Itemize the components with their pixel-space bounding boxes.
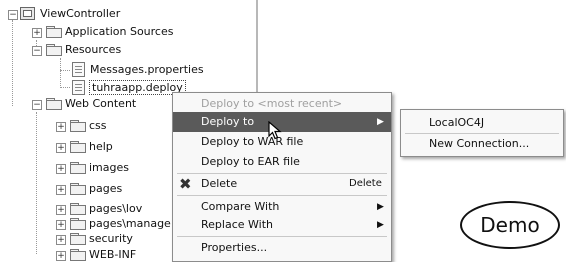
expand-toggle[interactable]: + [56, 143, 66, 153]
tree-node-label: css [89, 118, 107, 132]
submenu-item-localoc4j[interactable]: LocalOC4J [401, 113, 563, 133]
tree-node-pages-lov[interactable]: pages\lov [70, 200, 142, 216]
deploy-to-submenu: LocalOC4J New Connection... [400, 109, 564, 157]
folder-icon [46, 25, 62, 38]
tree-node-messages-properties[interactable]: Messages.properties [72, 61, 204, 77]
tree-connector [60, 87, 70, 88]
tree-node-label: WEB-INF [89, 247, 137, 261]
context-menu: Deploy to <most recent> Deploy to ▶ Depl… [172, 92, 392, 262]
tree-connector [36, 112, 37, 254]
expand-toggle[interactable]: + [56, 235, 66, 245]
menu-item-properties[interactable]: Properties... [173, 238, 391, 258]
tree-node-viewcontroller[interactable]: ViewController [20, 5, 120, 21]
tree-node-security[interactable]: security [70, 230, 133, 246]
menu-separator [177, 236, 387, 237]
tree-connector [12, 20, 13, 106]
folder-icon [70, 119, 86, 132]
tree-node-label: pages\manage [89, 216, 171, 230]
folder-icon [70, 248, 86, 261]
folder-icon [70, 161, 86, 174]
demo-badge: Demo [460, 201, 560, 249]
tree-node-pages[interactable]: pages [70, 180, 122, 196]
collapse-toggle[interactable]: − [32, 46, 42, 56]
tree-node-label: pages [89, 181, 123, 195]
expand-toggle[interactable]: + [56, 251, 66, 261]
tree-node-label: pages\lov [89, 201, 143, 215]
tree-node-application-sources[interactable]: Application Sources [46, 23, 173, 39]
tree-node-label: Web Content [65, 96, 137, 110]
expand-toggle[interactable]: + [56, 205, 66, 215]
expand-toggle[interactable]: + [56, 220, 66, 230]
mouse-cursor-icon [268, 121, 282, 140]
menu-item-deploy-most-recent: Deploy to <most recent> [201, 97, 343, 110]
tree-connector [60, 58, 61, 88]
folder-icon [70, 217, 86, 230]
tree-node-pages-manage[interactable]: pages\manage [70, 215, 171, 231]
view-controller-icon [20, 6, 35, 20]
menu-item-deploy-ear[interactable]: Deploy to EAR file [173, 152, 391, 172]
tree-node-resources[interactable]: Resources [46, 41, 121, 57]
deploy-file-icon [72, 79, 85, 95]
tree-connector [60, 70, 70, 71]
expand-toggle[interactable]: + [56, 164, 66, 174]
tree-node-label: tuhraapp.deploy [89, 79, 186, 95]
tree-node-label: Messages.properties [90, 62, 204, 76]
menu-separator [177, 195, 387, 196]
menu-item-replace-with[interactable]: Replace With ▶ [173, 215, 391, 235]
submenu-item-new-connection[interactable]: New Connection... [401, 134, 563, 154]
tree-node-label: Application Sources [65, 24, 174, 38]
tree-node-tuhraapp-deploy[interactable]: tuhraapp.deploy [72, 79, 186, 95]
folder-icon [70, 140, 86, 153]
submenu-arrow-icon: ▶ [377, 117, 384, 127]
folder-icon [46, 97, 62, 110]
tree-node-label: Resources [65, 42, 122, 56]
submenu-arrow-icon: ▶ [377, 202, 384, 212]
file-icon [72, 61, 85, 77]
menu-item-compare-with[interactable]: Compare With ▶ [173, 197, 391, 217]
menu-item-delete[interactable]: ✖ Delete Delete [173, 174, 391, 194]
folder-icon [70, 232, 86, 245]
collapse-toggle[interactable]: − [8, 10, 18, 20]
tree-node-label: security [89, 231, 133, 245]
tree-node-web-inf[interactable]: WEB-INF [70, 246, 136, 262]
tree-node-label: images [89, 160, 129, 174]
tree-node-label: ViewController [40, 6, 121, 20]
delete-x-icon: ✖ [179, 175, 192, 193]
tree-node-help[interactable]: help [70, 138, 113, 154]
tree-node-web-content[interactable]: Web Content [46, 95, 136, 111]
folder-icon [70, 182, 86, 195]
collapse-toggle[interactable]: − [32, 100, 42, 110]
tree-node-label: help [89, 139, 113, 153]
submenu-arrow-icon: ▶ [377, 220, 384, 230]
folder-icon [70, 202, 86, 215]
expand-toggle[interactable]: + [32, 28, 42, 38]
folder-icon [46, 43, 62, 56]
expand-toggle[interactable]: + [56, 122, 66, 132]
tree-node-images[interactable]: images [70, 159, 129, 175]
tree-node-css[interactable]: css [70, 117, 107, 133]
expand-toggle[interactable]: + [56, 185, 66, 195]
